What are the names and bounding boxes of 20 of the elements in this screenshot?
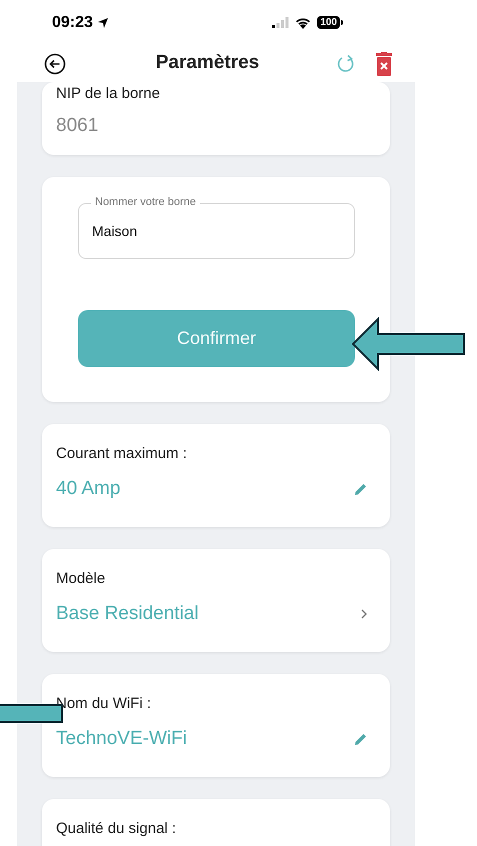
delete-button[interactable] bbox=[375, 52, 393, 76]
wifi-icon bbox=[295, 16, 312, 28]
input-value: Maison bbox=[92, 222, 138, 240]
setting-label: Courant maximum : bbox=[56, 444, 188, 464]
back-button[interactable] bbox=[44, 52, 66, 74]
signal-icon bbox=[272, 17, 290, 28]
setting-label: Modèle bbox=[56, 569, 106, 589]
page-title: Paramètres bbox=[154, 51, 260, 76]
field-value: 8061 bbox=[56, 114, 100, 138]
chevron-right-icon[interactable] bbox=[360, 608, 368, 620]
pencil-icon[interactable] bbox=[354, 732, 368, 746]
location-arrow-icon bbox=[96, 16, 109, 28]
field-label: NIP de la borne bbox=[56, 84, 161, 104]
setting-value: TechnoVE-WiFi bbox=[56, 727, 187, 751]
setting-label: Qualité du signal : bbox=[56, 819, 178, 839]
status-time: 09:23 bbox=[52, 12, 93, 32]
setting-value: 40 Amp bbox=[56, 477, 120, 501]
setting-value: Base Residential bbox=[56, 602, 199, 626]
battery-level: 100 bbox=[317, 16, 340, 29]
pencil-icon[interactable] bbox=[354, 482, 368, 496]
